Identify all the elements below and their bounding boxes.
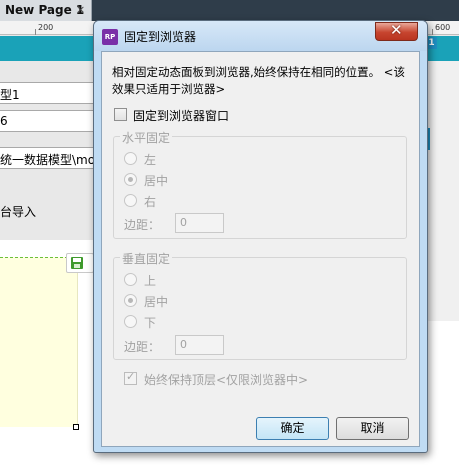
ruler-tick: [35, 29, 36, 35]
close-icon: ✕: [390, 21, 403, 39]
panel-state-icon[interactable]: [66, 253, 94, 273]
cancel-button[interactable]: 取消: [336, 417, 409, 440]
vertical-margin-label: 边距：: [124, 340, 161, 354]
pin-to-browser-label[interactable]: 固定到浏览器窗口: [133, 107, 229, 124]
pin-to-browser-checkbox[interactable]: [114, 108, 127, 121]
document-tab-bar: New Page 1 ×: [0, 0, 459, 21]
pin-to-browser-dialog: RP 固定到浏览器 ✕ 相对固定动态面板到浏览器,始终保持在相同的位置。 <该效…: [93, 20, 428, 453]
dialog-titlebar[interactable]: RP 固定到浏览器 ✕: [94, 21, 427, 51]
dialog-description: 相对固定动态面板到浏览器,始终保持在相同的位置。 <该效果只适用于浏览器>: [112, 65, 405, 96]
horizontal-margin-input[interactable]: 0: [175, 213, 224, 233]
vertical-margin-input[interactable]: 0: [175, 335, 224, 355]
vertical-pin-group: 垂直固定 上 居中 下 边距： 0: [113, 250, 407, 360]
save-icon: [71, 257, 83, 269]
radio-right[interactable]: [124, 194, 137, 207]
import-label: 台导入: [0, 205, 37, 219]
ruler-tick: [432, 29, 433, 35]
axure-app-icon: RP: [102, 29, 118, 45]
tab-new-page-1[interactable]: New Page 1 ×: [0, 0, 92, 21]
radio-horizontal-center[interactable]: [124, 173, 137, 186]
resize-handle[interactable]: [73, 424, 79, 430]
dialog-body: 相对固定动态面板到浏览器,始终保持在相同的位置。 <该效果只适用于浏览器> 固定…: [101, 51, 420, 447]
radio-left[interactable]: [124, 152, 137, 165]
horizontal-margin-label: 边距：: [124, 218, 161, 232]
dynamic-panel-widget[interactable]: [0, 257, 78, 427]
right-panel: [426, 61, 459, 321]
radio-bottom[interactable]: [124, 315, 137, 328]
property-field-3[interactable]: 统一数据模型\mo: [0, 147, 100, 169]
tab-close-icon[interactable]: ×: [76, 3, 85, 16]
radio-left-label[interactable]: 左: [144, 151, 156, 168]
check-mark-icon: ✓: [126, 370, 136, 383]
horizontal-pin-title: 水平固定: [120, 129, 173, 146]
radio-right-label[interactable]: 右: [144, 193, 156, 210]
radio-vertical-center[interactable]: [124, 294, 137, 307]
radio-bottom-label[interactable]: 下: [144, 314, 156, 331]
radio-horizontal-center-label[interactable]: 居中: [144, 172, 168, 189]
dialog-title: 固定到浏览器: [124, 30, 197, 44]
ok-button[interactable]: 确定: [256, 417, 329, 440]
property-field-1[interactable]: 型1: [0, 82, 100, 104]
always-on-top-label[interactable]: 始终保持顶层<仅限浏览器中>: [144, 371, 308, 388]
tab-label: New Page 1: [5, 3, 85, 17]
always-on-top-checkbox[interactable]: ✓: [124, 370, 137, 385]
close-button[interactable]: ✕: [375, 21, 418, 41]
ruler-mark-600: 600: [435, 23, 451, 32]
radio-top[interactable]: [124, 273, 137, 286]
radio-top-label[interactable]: 上: [144, 272, 156, 289]
radio-vertical-center-label[interactable]: 居中: [144, 293, 168, 310]
ruler-mark-200: 200: [38, 23, 54, 32]
horizontal-pin-group: 水平固定 左 居中 右 边距： 0: [113, 129, 407, 239]
vertical-pin-title: 垂直固定: [120, 250, 173, 267]
property-field-2[interactable]: 6: [0, 110, 100, 132]
